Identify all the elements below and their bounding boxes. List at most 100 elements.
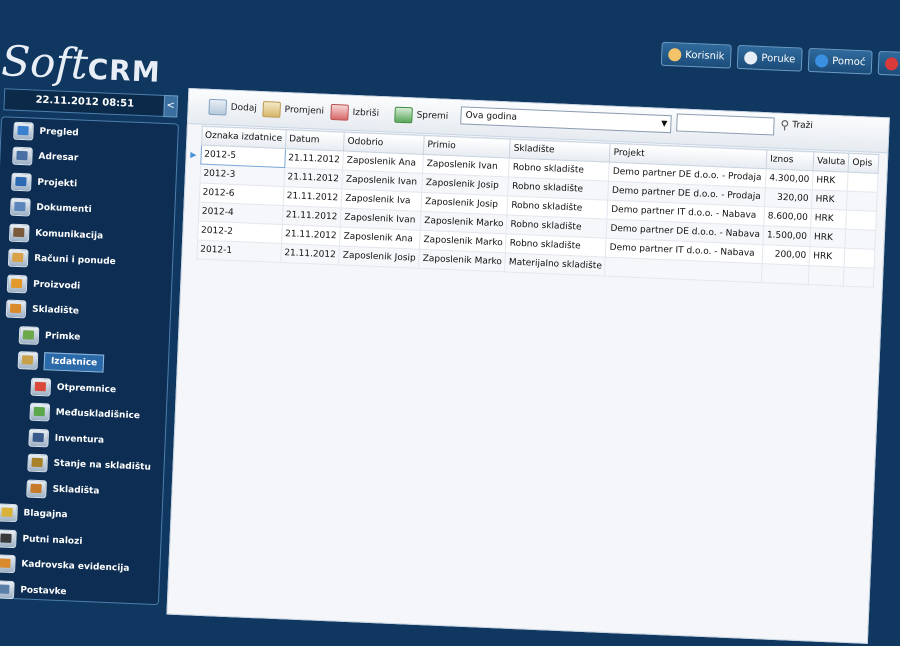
row-marker [184,201,199,221]
row-marker [183,220,198,240]
row-marker [185,182,200,202]
hr-icon [0,554,16,574]
sidebar-item-label: Postavke [20,585,67,598]
table-cell [846,191,878,212]
table-cell: HRK [810,227,847,249]
delete-icon [330,103,349,121]
warehouses-icon [26,479,47,499]
collapse-sidebar-button[interactable]: < [163,94,179,118]
sidebar-item-label: Blagajna [23,508,68,521]
delete-button-label: Izbriši [352,107,380,119]
search-input[interactable] [676,113,775,136]
table-cell: HRK [810,208,847,230]
search-button[interactable]: ⚲ Traži [780,118,813,133]
envelope-icon [744,50,758,65]
projects-icon [11,172,32,192]
marker-header [187,125,202,145]
table-cell [847,172,879,193]
table-cell: 2012-1 [196,239,282,263]
column-header[interactable]: Iznos [766,149,815,171]
sidebar-item-label: Primke [44,330,81,343]
products-icon [6,274,28,294]
sidebar: Pregled Adresar Projekti Dokumenti Komunikac… [0,116,179,606]
logo-crm: CRM [86,52,162,89]
stock-icon [27,453,49,473]
column-header[interactable]: Opis [848,153,880,174]
sidebar-item-label: Dokumenti [36,202,92,216]
transfer-icon [29,402,51,422]
table-cell [844,248,876,269]
table-cell: 4.300,00 [765,168,814,190]
travel-icon [0,529,17,548]
korisnik-button[interactable]: Korisnik [660,41,732,69]
cashbox-icon [0,503,18,523]
table-cell [808,265,845,287]
sidebar-item-label: Proizvodi [32,279,81,292]
row-marker [182,239,197,259]
poruke-button[interactable]: Poruke [736,44,803,72]
table-cell: 21.11.2012 [282,186,343,208]
invoices-icon [7,248,29,268]
table-cell: 200,00 [762,244,811,266]
table-cell: 320,00 [764,187,813,209]
logo-soft: Soft [0,36,89,89]
column-header[interactable]: Valuta [813,151,850,173]
table-cell: 21.11.2012 [281,224,341,246]
edit-button[interactable]: Promjeni [262,99,324,122]
sidebar-item-label: Međuskladišnice [55,407,141,422]
sidebar-item-label: Skladišta [52,484,100,497]
table-cell: 1.500,00 [763,225,811,247]
save-button[interactable]: Spremi [394,105,449,127]
table-cell: Materijalno skladište [504,252,606,277]
receipt-icon [18,325,40,345]
save-button-label: Spremi [416,110,449,122]
chevron-down-icon: ▼ [661,118,668,129]
table-cell [761,263,810,285]
issue-icon [17,351,39,371]
sidebar-item-label: Inventura [54,433,105,446]
sidebar-item-label: Projekti [37,177,78,190]
top-toolbar: Korisnik Poruke Pomoć Odja [660,41,900,78]
delete-button[interactable]: Izbriši [330,102,379,124]
table-cell: HRK [809,246,846,268]
pomoc-button[interactable]: Pomoć [807,47,873,75]
odjava-button[interactable]: Odja [877,50,900,78]
sidebar-item-label: Komunikacija [35,228,104,242]
table-cell: 21.11.2012 [284,148,344,171]
pomoc-label: Pomoć [831,55,866,68]
sidebar-item-label: Kadrovska evidencija [21,559,130,575]
overview-icon [13,121,34,141]
addressbook-icon [12,146,33,166]
delivery-icon [30,377,52,397]
app-logo: SoftCRM [0,36,161,92]
edit-icon [262,101,281,118]
table-cell: HRK [811,189,848,211]
sidebar-item-label: Skladište [31,304,80,317]
row-marker [186,163,201,183]
sidebar-item-label: Putni nalozi [22,534,83,547]
main-panel: Dodaj Promjeni Izbriši Spremi Ova godina… [166,87,890,644]
settings-icon [0,580,15,599]
power-icon [885,56,899,71]
search-button-label: Traži [792,120,814,132]
table-cell: Zaposlenik Josip [338,245,420,269]
add-button[interactable]: Dodaj [208,97,257,119]
table-cell: 21.11.2012 [281,205,342,227]
search-icon: ⚲ [780,117,790,133]
add-button-label: Dodaj [230,102,258,114]
korisnik-label: Korisnik [685,49,725,62]
table-cell: 21.11.2012 [280,243,340,265]
column-header[interactable]: Datum [285,129,345,152]
table-cell [846,210,877,231]
sidebar-item-label: Računi i ponude [33,253,116,268]
app-window: Korisnik Poruke Pomoć Odja SoftCRM 22.11.20… [0,0,900,644]
period-select[interactable]: Ova godina ▼ [460,106,672,134]
table-cell: 8.600,00 [763,206,812,228]
issues-grid: Oznaka izdatnice Datum Odobrio Primio Skladi… [182,125,887,288]
sidebar-item-label: Adresar [38,152,79,164]
sidebar-item-label: Izdatnice [43,352,105,373]
warehouse-icon [5,299,27,319]
save-icon [394,106,413,124]
documents-icon [9,197,31,217]
sidebar-item-label: Pregled [39,126,79,139]
